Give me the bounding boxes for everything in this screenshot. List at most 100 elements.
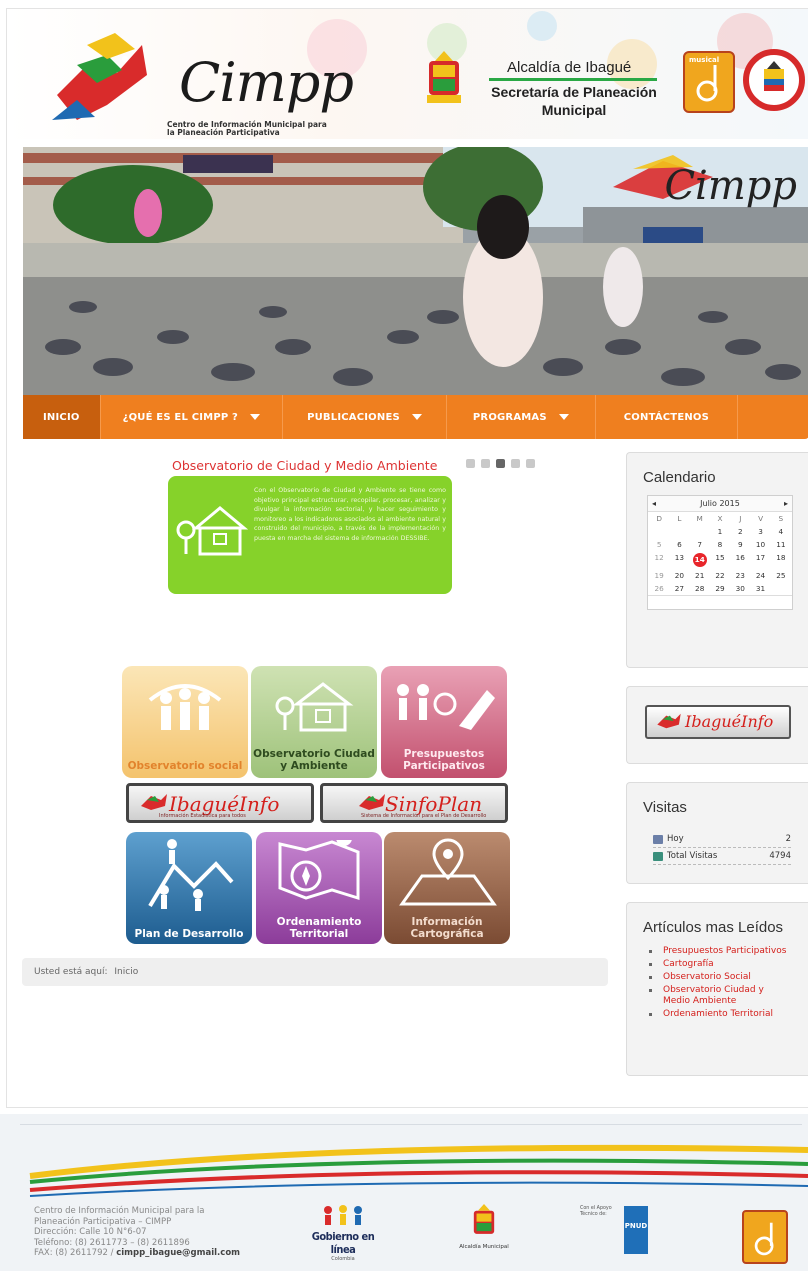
sinfoplan-button[interactable]: SinfoPlan Sistema de Información para el… bbox=[320, 783, 508, 823]
calendar-day[interactable]: 11 bbox=[771, 540, 791, 549]
decor-bubble bbox=[527, 11, 557, 41]
prev-month-icon[interactable]: ◂ bbox=[652, 499, 656, 508]
nav-publicaciones[interactable]: PUBLICACIONES bbox=[283, 395, 447, 439]
visit-value: 2 bbox=[785, 834, 791, 844]
house-tree-icon bbox=[176, 506, 249, 556]
calendar-day[interactable]: 8 bbox=[710, 540, 730, 549]
banner-watermark: Cimpp bbox=[664, 163, 797, 209]
nav-que-es-cimpp[interactable]: ¿QUÉ ES EL CIMPP ? bbox=[101, 395, 284, 439]
calendar-day[interactable]: 15 bbox=[710, 553, 730, 567]
climbing-people-icon bbox=[148, 839, 234, 911]
cimpp-mini-logo-icon bbox=[657, 713, 681, 729]
slider-dot[interactable] bbox=[526, 459, 535, 468]
calendar-day[interactable]: 9 bbox=[730, 540, 750, 549]
calendar-day[interactable]: 27 bbox=[669, 584, 689, 593]
most-read-link[interactable]: Presupuestos Participativos bbox=[649, 946, 787, 957]
calendar-day[interactable]: 26 bbox=[649, 584, 669, 593]
slider-dot[interactable] bbox=[481, 459, 490, 468]
calendar-day-today[interactable]: 14 bbox=[690, 553, 710, 567]
map-compass-icon bbox=[278, 840, 360, 901]
nav-contactenos[interactable]: CONTÁCTENOS bbox=[596, 395, 739, 439]
chevron-down-icon bbox=[558, 414, 569, 420]
calendar-day[interactable]: 2 bbox=[730, 527, 750, 536]
calendar-day[interactable]: 1 bbox=[710, 527, 730, 536]
calendar-day[interactable]: 28 bbox=[690, 584, 710, 593]
calendar-day[interactable]: 10 bbox=[750, 540, 770, 549]
calendar-header: ◂ Julio 2015 ▸ bbox=[648, 496, 792, 512]
most-read-link[interactable]: Ordenamiento Territorial bbox=[649, 1009, 787, 1020]
calendar-day[interactable]: 30 bbox=[730, 584, 750, 593]
logo-subtitle: Centro de Información Municipal para la … bbox=[167, 120, 327, 137]
calendar-heading: Calendario bbox=[643, 469, 716, 486]
calendar-widget: Calendario ◂ Julio 2015 ▸ D L M X J V S … bbox=[626, 452, 808, 668]
gobierno-en-linea-logo[interactable]: Gobierno en línea Colombia bbox=[298, 1204, 388, 1262]
footer-address-line: Teléfono: (8) 2611773 – (8) 2611896 bbox=[34, 1237, 190, 1248]
footer-divider bbox=[20, 1124, 802, 1125]
most-read-link[interactable]: Cartografía bbox=[649, 959, 787, 970]
colombia-seal-icon bbox=[743, 49, 805, 111]
today-marker: 14 bbox=[692, 553, 707, 567]
cimpp-mini-logo-icon bbox=[359, 794, 385, 810]
visit-value: 4794 bbox=[769, 851, 791, 861]
calendar-day[interactable]: 21 bbox=[690, 571, 710, 580]
undp-badge: PNUD bbox=[624, 1206, 648, 1254]
musical-footer-logo bbox=[742, 1210, 788, 1264]
tile-informacion-cartografica[interactable]: Información Cartográfica bbox=[384, 832, 510, 944]
tile-ordenamiento-territorial[interactable]: Ordenamiento Territorial bbox=[256, 832, 382, 944]
people-group-icon bbox=[148, 684, 222, 730]
calendar-day[interactable]: 18 bbox=[771, 553, 791, 567]
slider-dot-active[interactable] bbox=[496, 459, 505, 468]
breadcrumb-current[interactable]: Inicio bbox=[114, 967, 138, 977]
calendar-day[interactable]: 20 bbox=[669, 571, 689, 580]
sidebar-ibague-info-button[interactable]: IbaguéInfo bbox=[645, 705, 791, 739]
tile-observatorio-social[interactable]: Observatorio social bbox=[122, 666, 248, 778]
tile-label: Plan de Desarrollo bbox=[134, 928, 244, 940]
tile-presupuestos-participativos[interactable]: Presupuestos Participativos bbox=[381, 666, 507, 778]
calendar-day[interactable]: 3 bbox=[750, 527, 770, 536]
slider-dot[interactable] bbox=[511, 459, 520, 468]
next-month-icon[interactable]: ▸ bbox=[784, 499, 788, 508]
day-header: L bbox=[677, 514, 682, 523]
footer-address: Centro de Información Municipal para la … bbox=[34, 1206, 264, 1259]
undp-logo[interactable]: Con el Apoyo Técnico de: PNUD bbox=[580, 1206, 660, 1254]
calendar-day[interactable]: 4 bbox=[771, 527, 791, 536]
tile-label: Ordenamiento Territorial bbox=[276, 916, 362, 940]
visit-label: Hoy bbox=[667, 834, 684, 844]
calendar-day[interactable]: 12 bbox=[649, 553, 669, 567]
alcaldia-municipal-logo[interactable]: Alcaldía Municipal bbox=[454, 1204, 514, 1250]
cimpp-logo-icon bbox=[52, 33, 147, 120]
calendar-day[interactable]: 23 bbox=[730, 571, 750, 580]
slider-dot[interactable] bbox=[466, 459, 475, 468]
musical-logo-label: musical bbox=[689, 56, 720, 64]
calendar-day[interactable]: 13 bbox=[669, 553, 689, 567]
nav-programas[interactable]: PROGRAMAS bbox=[447, 395, 596, 439]
footer-email[interactable]: cimpp_ibague@gmail.com bbox=[116, 1248, 240, 1258]
most-read-link[interactable]: Observatorio Social bbox=[649, 972, 787, 983]
calendar-day[interactable]: 22 bbox=[710, 571, 730, 580]
sidebar-ibague-info-label: IbaguéInfo bbox=[685, 712, 774, 731]
calendar-day[interactable]: 31 bbox=[750, 584, 770, 593]
secretaria-title: Secretaría de Planeación Municipal bbox=[491, 84, 657, 118]
calendar-day[interactable]: 25 bbox=[771, 571, 791, 580]
ibague-info-button[interactable]: IbaguéInfo Información Estadística para … bbox=[126, 783, 314, 823]
day-header: J bbox=[739, 514, 742, 523]
community-hand-icon bbox=[397, 684, 495, 730]
calendar-day[interactable]: 7 bbox=[690, 540, 710, 549]
main-nav: INICIO ¿QUÉ ES EL CIMPP ? PUBLICACIONES … bbox=[23, 395, 808, 439]
calendar-day[interactable]: 16 bbox=[730, 553, 750, 567]
most-read-link[interactable]: Observatorio Ciudad y Medio Ambiente bbox=[649, 985, 787, 1007]
tile-plan-desarrollo[interactable]: Plan de Desarrollo bbox=[126, 832, 252, 944]
cimpp-logo[interactable]: Cimpp Centro de Información Municipal pa… bbox=[47, 25, 354, 137]
footer-address-line: Dirección: Calle 10 N°6-07 bbox=[34, 1227, 147, 1237]
calendar-day[interactable]: 5 bbox=[649, 540, 669, 549]
calendar-day[interactable]: 6 bbox=[669, 540, 689, 549]
featured-slide[interactable]: Observatorio de Ciudad y Medio Ambiente … bbox=[168, 458, 452, 594]
calendar-day[interactable]: 17 bbox=[750, 553, 770, 567]
tile-observatorio-ciudad[interactable]: Observatorio Ciudad y Ambiente bbox=[251, 666, 377, 778]
calendar-day[interactable]: 29 bbox=[710, 584, 730, 593]
calendar-day[interactable]: 24 bbox=[750, 571, 770, 580]
nav-inicio[interactable]: INICIO bbox=[23, 395, 101, 439]
calendar-day[interactable]: 19 bbox=[649, 571, 669, 580]
most-read-list: Presupuestos Participativos Cartografía … bbox=[649, 946, 787, 1020]
day-header: M bbox=[696, 514, 703, 523]
